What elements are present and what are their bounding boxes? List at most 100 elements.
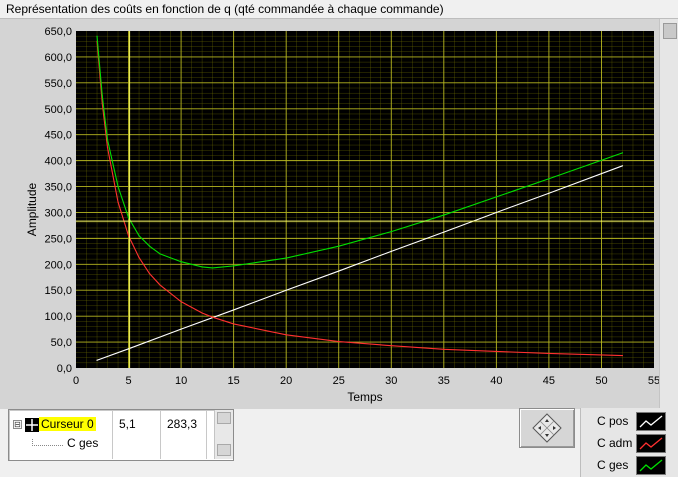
data-point: [495, 350, 497, 353]
data-point: [338, 340, 340, 343]
legend-label: C ges: [597, 458, 629, 472]
data-point: [390, 231, 392, 233]
data-point: [96, 359, 98, 361]
data-point: [233, 309, 235, 311]
data-point: [159, 284, 161, 286]
x-tick-label: 50: [595, 375, 607, 387]
data-point: [212, 316, 214, 318]
data-point: [285, 257, 287, 259]
data-point: [117, 201, 119, 203]
legend-item-c-adm[interactable]: C adm: [581, 432, 678, 454]
y-tick-label: 200,0: [44, 259, 72, 271]
legend-swatch[interactable]: [636, 434, 666, 453]
legend-item-c-pos[interactable]: C pos: [581, 410, 678, 432]
scroll-up-button[interactable]: [217, 412, 231, 424]
data-point: [233, 323, 235, 325]
data-point: [548, 192, 550, 194]
cursor-legend-panel[interactable]: ⊟ Curseur 0 5,1 283,3 C ges: [8, 409, 234, 461]
cursor-x-value[interactable]: 5,1: [119, 417, 136, 431]
data-point: [127, 235, 130, 237]
data-point: [285, 334, 287, 336]
data-point: [127, 348, 130, 350]
y-tick-label: 350,0: [44, 182, 72, 194]
y-tick-label: 650,0: [44, 26, 72, 38]
data-point: [201, 266, 203, 268]
data-point: [106, 147, 109, 149]
data-point: [201, 312, 203, 314]
collapse-icon[interactable]: ⊟: [13, 420, 22, 429]
cursor-y-value[interactable]: 283,3: [167, 417, 197, 431]
data-point: [180, 301, 182, 303]
y-tick-label: 450,0: [44, 130, 72, 142]
y-tick-label: 100,0: [44, 311, 72, 323]
y-tick-label: 550,0: [44, 78, 72, 90]
data-point: [621, 165, 624, 167]
data-point: [495, 196, 497, 198]
column-divider: [206, 410, 207, 459]
cursor-panel-scrollbar[interactable]: [214, 410, 233, 459]
data-point: [106, 139, 109, 141]
graph-palette-pan-button[interactable]: [519, 408, 575, 448]
legend-swatch[interactable]: [636, 412, 666, 431]
data-point: [233, 265, 235, 267]
cursor-plot-label: C ges: [67, 436, 99, 450]
x-tick-label: 20: [280, 375, 292, 387]
legend-label: C pos: [597, 414, 629, 428]
x-tick-label: 15: [228, 375, 240, 387]
cursor-plot-row: C ges: [9, 435, 209, 452]
x-tick-label: 5: [125, 375, 131, 387]
data-point: [338, 270, 340, 272]
x-tick-label: 30: [385, 375, 397, 387]
data-point: [180, 328, 182, 330]
data-point: [101, 95, 103, 97]
data-point: [390, 250, 392, 252]
graph-title: Représentation des coûts en fonction de …: [6, 2, 444, 16]
x-tick-label: 10: [175, 375, 187, 387]
data-point: [138, 256, 140, 259]
cursor-name[interactable]: Curseur 0: [39, 417, 96, 431]
data-point: [180, 261, 182, 263]
tree-connector: [32, 439, 63, 446]
x-tick-label: 35: [438, 375, 450, 387]
data-point: [117, 185, 119, 188]
chart-svg: 0 5 10 15 20 25 30 35 40 45 50 550,0 50,0 100,0 150,0 2…: [25, 26, 660, 404]
cursor-row[interactable]: ⊟ Curseur 0 5,1 283,3: [9, 416, 209, 433]
legend-item-c-ges[interactable]: C ges: [581, 454, 678, 476]
graph-scrollbar[interactable]: [659, 19, 678, 409]
data-point: [96, 35, 98, 37]
y-axis-label: Amplitude: [25, 183, 39, 237]
plot-area: [76, 31, 654, 368]
data-point: [212, 267, 214, 269]
graph-frame: 0 5 10 15 20 25 30 35 40 45 50 55 0,0 50,0 100,0 150,0 2…: [0, 18, 678, 409]
data-point: [338, 245, 340, 247]
data-point: [621, 354, 624, 357]
y-tick-label: 400,0: [44, 156, 72, 168]
x-tick-label: 45: [543, 375, 555, 387]
x-axis-label: Temps: [347, 390, 382, 404]
plot-legend[interactable]: C pos C adm C ges: [580, 408, 678, 477]
data-point: [548, 178, 550, 180]
legend-swatch[interactable]: [636, 456, 666, 475]
cursor-crosshair-icon: [25, 418, 39, 432]
data-point: [148, 245, 151, 247]
y-tick-label: 150,0: [44, 285, 72, 297]
scrollbar-thumb[interactable]: [663, 23, 677, 39]
data-point: [443, 231, 445, 233]
data-point: [495, 211, 497, 214]
legend-label: C adm: [597, 436, 633, 450]
y-tick-label: 300,0: [44, 207, 72, 219]
column-divider: [160, 410, 161, 459]
data-point: [138, 235, 140, 237]
data-point: [148, 273, 151, 275]
data-point: [159, 253, 161, 255]
data-point: [443, 348, 445, 350]
scroll-down-button[interactable]: [217, 444, 231, 456]
data-point: [621, 152, 624, 154]
y-tick-label: 0,0: [57, 363, 72, 375]
diamond-pan-icon: [532, 413, 562, 443]
x-tick-label: 0: [73, 375, 79, 387]
y-tick-label: 50,0: [51, 337, 72, 349]
data-point: [285, 289, 287, 291]
y-tick-label: 500,0: [44, 104, 72, 116]
x-tick-label: 40: [490, 375, 502, 387]
